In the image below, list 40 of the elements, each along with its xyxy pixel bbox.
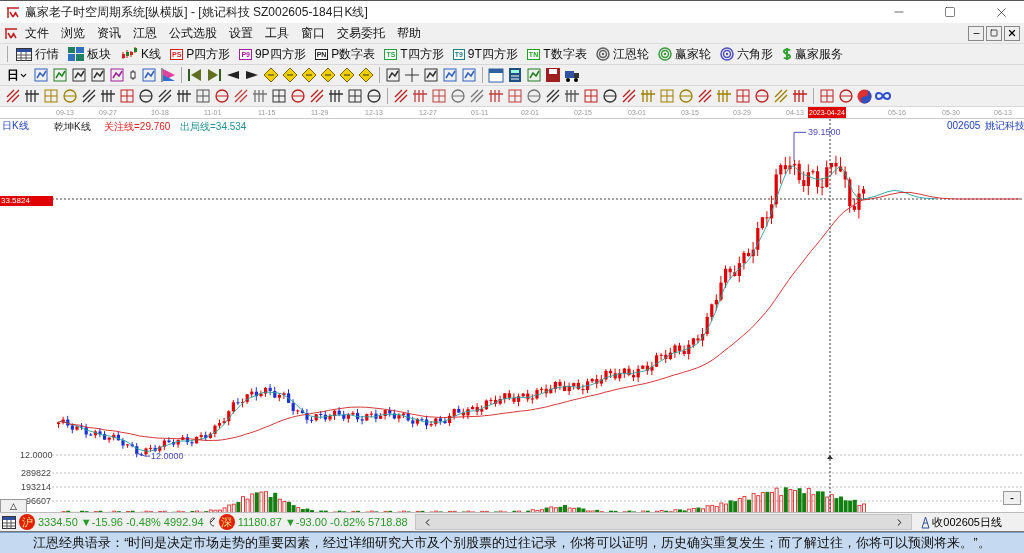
current-price-tag: 33.5824	[0, 196, 53, 206]
menu-item[interactable]: 窗口	[296, 23, 330, 43]
market-badge: 沪	[19, 514, 35, 530]
toolbar-button[interactable]: 板块	[65, 45, 114, 63]
toolbar-button[interactable]: 六角形	[716, 45, 776, 63]
toolbar-button[interactable]: 赢家服务	[778, 45, 846, 63]
volume-axis-label: 96607	[25, 496, 51, 507]
menu-item[interactable]: 帮助	[392, 23, 426, 43]
menu-item[interactable]: 公式选股	[164, 23, 222, 43]
period-label: 日K线	[2, 120, 29, 132]
stock-name: 姚记科技	[985, 120, 1024, 132]
menu-item[interactable]: 设置	[224, 23, 258, 43]
stock-code: 002605	[947, 120, 981, 132]
volume-axis-label: 289822	[20, 468, 51, 479]
high-price-label: 39.1500	[808, 127, 841, 139]
toolbar-button[interactable]: 赢家轮	[654, 45, 714, 63]
market-badge: 深	[218, 514, 235, 530]
menu-item[interactable]: 文件	[20, 23, 54, 43]
expand-button[interactable]: △	[0, 499, 27, 512]
toolbar-button[interactable]: 江恩轮	[592, 45, 652, 63]
menu-item[interactable]: 浏览	[56, 23, 90, 43]
low-price-label: 12.0000	[151, 451, 184, 462]
price-axis-label: 12.0000	[20, 449, 53, 461]
indicator-name: 乾坤K线	[54, 121, 91, 133]
toolbar-button[interactable]: K线	[117, 45, 164, 63]
volume-axis-label: 193214	[20, 482, 51, 493]
menu-item[interactable]: 资讯	[92, 23, 126, 43]
toolbar-button[interactable]: 行情	[13, 45, 62, 63]
period-dropdown[interactable]: 日	[5, 66, 30, 84]
window-title: 赢家老子时空周期系统[纵横版] - [姚记科技 SZ002605-184日K线]	[25, 3, 369, 21]
focus-line-value: 关注线=29.760	[104, 121, 171, 133]
status-tab[interactable]: 收002605日线	[915, 514, 1022, 530]
collapse-button[interactable]: -	[1003, 491, 1021, 505]
menu-item[interactable]: 工具	[260, 23, 294, 43]
index-quote: 3334.50 ▼-15.96 -0.48% 4992.94	[38, 516, 204, 528]
exit-line-value: 出局线=34.534	[180, 121, 247, 133]
menu-item[interactable]: 江恩	[128, 23, 162, 43]
quote-text: 江恩经典语录：“时间是决定市场走势的重要因素，经过详细研究大市及个别股票的过往记录，你将可以证明，历史确实重复发生；而了解过往，你将可以预测将来。”。	[0, 532, 1024, 553]
index-quote: 11180.87 ▼-93.00 -0.82% 5718.88	[237, 516, 408, 528]
menu-item[interactable]: 交易委托	[332, 23, 390, 43]
